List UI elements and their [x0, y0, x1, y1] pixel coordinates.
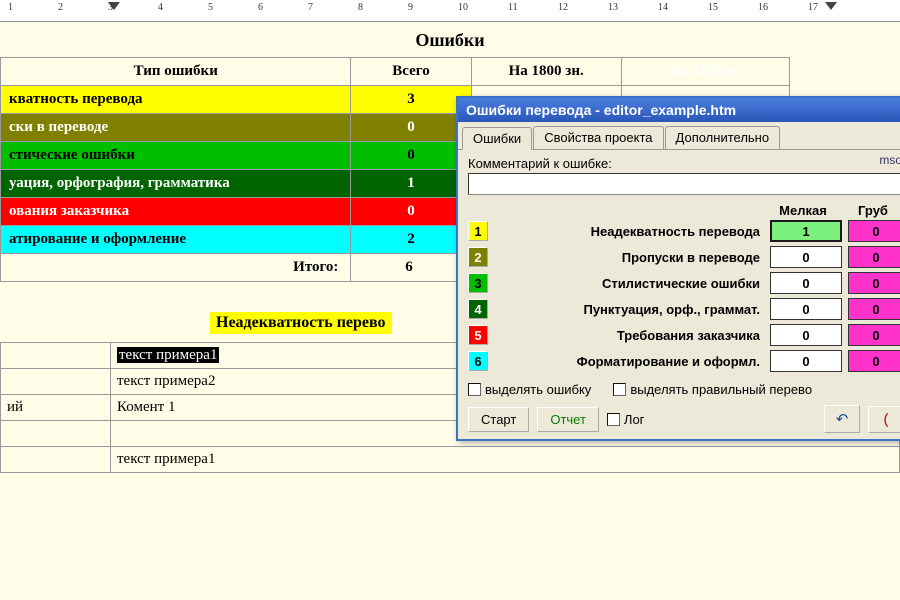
minor-count-box[interactable]: 0 — [770, 246, 842, 268]
minor-count-box[interactable]: 0 — [770, 272, 842, 294]
tab-additional[interactable]: Дополнительно — [665, 126, 781, 149]
ruler-number: 3 — [108, 2, 113, 13]
error-count-cell: 0 — [351, 114, 471, 142]
highlight-correct-checkbox[interactable] — [613, 383, 626, 396]
error-type-cell: ски в переводе — [1, 114, 351, 142]
ruler-number: 4 — [158, 2, 163, 13]
gross-count-box[interactable]: 0 — [848, 324, 900, 346]
category-row: 3 Стилистические ошибки 00 — [468, 272, 900, 294]
table-row: текст примера1 — [1, 447, 900, 473]
gross-count-box[interactable]: 0 — [848, 298, 900, 320]
mso-text: mso- — [879, 153, 900, 167]
category-badge[interactable]: 5 — [468, 325, 488, 345]
ruler-number: 12 — [558, 2, 568, 13]
log-label: Лог — [624, 412, 645, 427]
error-count-cell: 2 — [351, 226, 471, 254]
gross-count-box[interactable]: 0 — [848, 220, 900, 242]
detail-left-cell — [1, 343, 111, 369]
detail-left-cell: ий — [1, 395, 111, 421]
start-button[interactable]: Старт — [468, 407, 529, 432]
detail-left-cell — [1, 369, 111, 395]
redo-button[interactable]: ( — [868, 406, 900, 433]
redo-icon: ( — [884, 411, 889, 428]
category-name: Пропуски в переводе — [494, 250, 764, 265]
category-badge[interactable]: 2 — [468, 247, 488, 267]
undo-icon: ↶ — [836, 411, 849, 428]
ruler-number: 9 — [408, 2, 413, 13]
error-count-cell: 3 — [351, 86, 471, 114]
subsection-heading: Неадекватность перево — [210, 312, 392, 334]
category-name: Форматирование и оформл. — [494, 354, 764, 369]
error-type-cell: ования заказчика — [1, 198, 351, 226]
total-label: Итого: — [1, 254, 351, 282]
tab-errors[interactable]: Ошибки — [462, 127, 532, 150]
highlight-error-checkbox[interactable] — [468, 383, 481, 396]
category-row: 6 Форматирование и оформл. 00 — [468, 350, 900, 372]
tab-project-props[interactable]: Свойства проекта — [533, 126, 663, 149]
category-badge[interactable]: 3 — [468, 273, 488, 293]
ruler-number: 6 — [258, 2, 263, 13]
minor-count-box[interactable]: 0 — [770, 298, 842, 320]
col-gross-header: Груб — [842, 203, 900, 218]
ruler-number: 8 — [358, 2, 363, 13]
minor-count-box[interactable]: 0 — [770, 350, 842, 372]
ruler: 1234567891011121314151617 — [0, 0, 900, 22]
highlight-correct-label: выделять правильный перево — [630, 382, 812, 397]
category-badge[interactable]: 1 — [468, 221, 488, 241]
ruler-number: 2 — [58, 2, 63, 13]
category-row: 4 Пунктуация, орф., граммат. 00 — [468, 298, 900, 320]
error-count-cell: 1 — [351, 170, 471, 198]
detail-right-cell: текст примера1 — [111, 447, 900, 473]
error-type-cell: кватность перевода — [1, 86, 351, 114]
category-name: Требования заказчика — [494, 328, 764, 343]
undo-button[interactable]: ↶ — [824, 405, 860, 433]
category-row: 5 Требования заказчика 00 — [468, 324, 900, 346]
total-value: 6 — [351, 254, 471, 282]
highlight-error-label: выделять ошибку — [485, 382, 591, 397]
error-type-cell: уация, орфография, грамматика — [1, 170, 351, 198]
category-name: Пунктуация, орф., граммат. — [494, 302, 764, 317]
category-badge[interactable]: 6 — [468, 351, 488, 371]
error-type-cell: стические ошибки — [1, 142, 351, 170]
minor-count-box[interactable]: 0 — [770, 324, 842, 346]
ruler-number: 11 — [508, 2, 518, 13]
gross-count-box[interactable]: 0 — [848, 350, 900, 372]
ruler-number: 1 — [8, 2, 13, 13]
errors-dialog: Ошибки перевода - editor_example.htm Оши… — [456, 96, 900, 441]
document-heading: Ошибки — [0, 22, 900, 57]
col-total: Всего — [351, 58, 471, 86]
gross-count-box[interactable]: 0 — [848, 246, 900, 268]
ruler-number: 13 — [608, 2, 618, 13]
dialog-tabs: Ошибки Свойства проекта Дополнительно — [458, 122, 900, 150]
detail-left-cell — [1, 447, 111, 473]
category-row: 2 Пропуски в переводе 00 — [468, 246, 900, 268]
log-checkbox[interactable] — [607, 413, 620, 426]
error-count-cell: 0 — [351, 142, 471, 170]
col-per-1800-a: На 1800 зн. — [471, 58, 621, 86]
report-button[interactable]: Отчет — [537, 407, 599, 432]
col-per-1800-b: На 1800 зн — [621, 58, 789, 86]
col-error-type: Тип ошибки — [1, 58, 351, 86]
category-row: 1Неадекватность перевода10 — [468, 220, 900, 242]
error-type-cell: атирование и оформление — [1, 226, 351, 254]
ruler-number: 14 — [658, 2, 668, 13]
ruler-cursor-icon[interactable] — [825, 2, 837, 10]
category-name: Неадекватность перевода — [494, 224, 764, 239]
category-badge[interactable]: 4 — [468, 299, 488, 319]
error-count-cell: 0 — [351, 198, 471, 226]
detail-left-cell — [1, 421, 111, 447]
comment-label: Комментарий к ошибке: — [468, 156, 900, 171]
ruler-number: 17 — [808, 2, 818, 13]
ruler-number: 7 — [308, 2, 313, 13]
ruler-number: 15 — [708, 2, 718, 13]
dialog-title[interactable]: Ошибки перевода - editor_example.htm — [458, 98, 900, 122]
comment-input[interactable] — [468, 173, 900, 195]
category-name: Стилистические ошибки — [494, 276, 764, 291]
minor-count-box[interactable]: 1 — [770, 220, 842, 242]
ruler-number: 16 — [758, 2, 768, 13]
ruler-number: 5 — [208, 2, 213, 13]
col-minor-header: Мелкая — [764, 203, 842, 218]
ruler-number: 10 — [458, 2, 468, 13]
gross-count-box[interactable]: 0 — [848, 272, 900, 294]
